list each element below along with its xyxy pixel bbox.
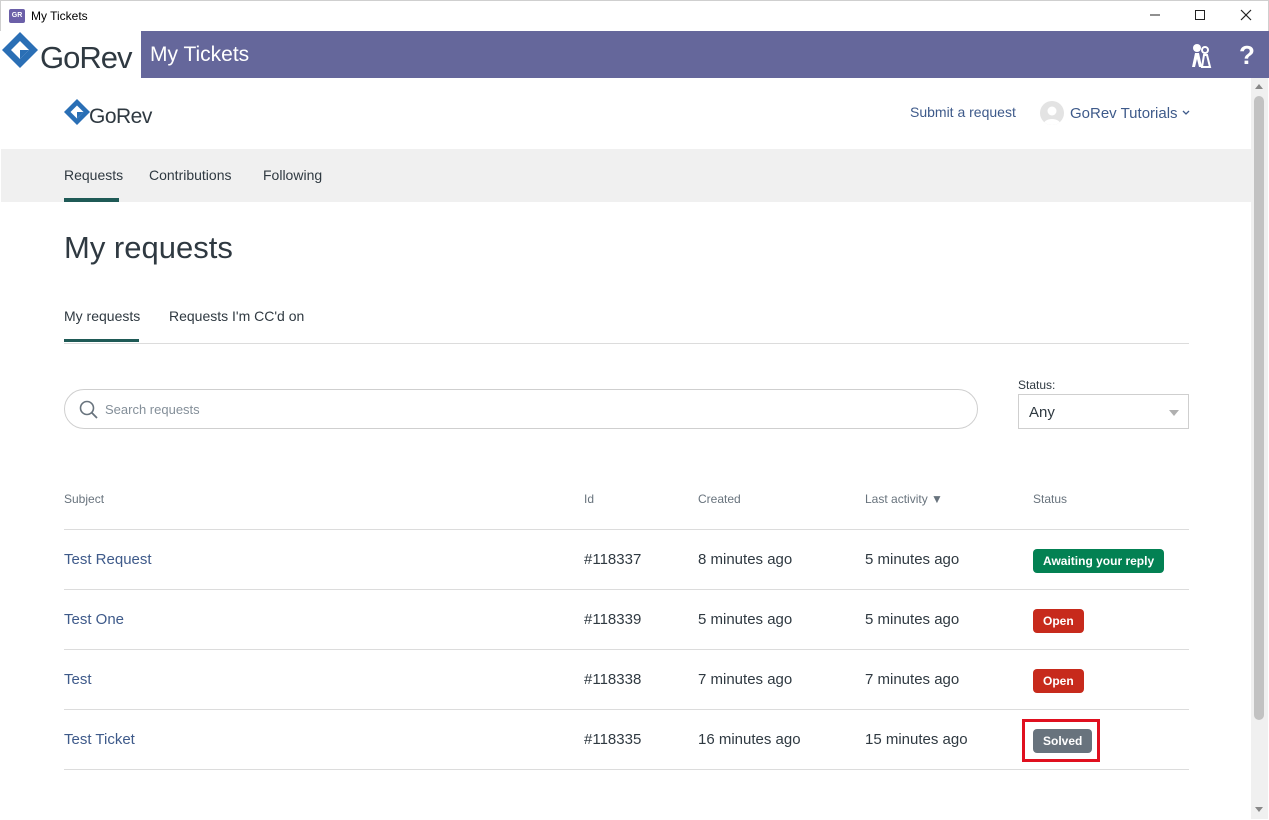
search-box xyxy=(64,389,978,429)
appbar-brand-text: GoRev xyxy=(40,40,133,75)
solved-highlight-box xyxy=(1022,719,1100,762)
subnav-item-following[interactable]: Following xyxy=(263,167,322,183)
tab-my-requests[interactable]: My requests xyxy=(64,308,140,324)
row-id: #118337 xyxy=(584,551,642,568)
column-header-status[interactable]: Status xyxy=(1033,492,1067,506)
tab-divider xyxy=(64,343,1189,344)
submit-request-link[interactable]: Submit a request xyxy=(910,104,1016,120)
help-question-icon[interactable]: ? xyxy=(1233,40,1261,70)
row-last-activity: 5 minutes ago xyxy=(865,611,960,628)
svg-text:?: ? xyxy=(1239,41,1255,69)
page-title: My requests xyxy=(64,230,233,265)
column-header-last-activity[interactable]: Last activity ▼ xyxy=(865,492,943,506)
content-viewport: GoRev Submit a request GoRev Tutorials R… xyxy=(1,78,1251,819)
gorev-diamond-icon xyxy=(2,32,38,68)
subnav-active-indicator xyxy=(64,198,119,202)
subnav-item-contributions[interactable]: Contributions xyxy=(149,167,232,183)
app-title: My Tickets xyxy=(150,43,250,66)
status-filter-label: Status: xyxy=(1018,378,1056,392)
status-filter-select[interactable]: Any xyxy=(1018,394,1189,429)
user-menu[interactable]: GoRev Tutorials xyxy=(1040,100,1190,126)
row-last-activity: 7 minutes ago xyxy=(865,671,960,688)
site-brand-text: GoRev xyxy=(89,105,152,128)
table-row: Test #118338 7 minutes ago 7 minutes ago… xyxy=(64,650,1189,710)
row-subject-link[interactable]: Test Ticket xyxy=(64,731,135,748)
close-icon[interactable] xyxy=(1226,5,1266,27)
row-subject-link[interactable]: Test One xyxy=(64,611,124,628)
app-icon: GR xyxy=(9,9,25,23)
status-filter-value: Any xyxy=(1029,404,1055,421)
search-icon xyxy=(79,400,98,419)
row-created: 7 minutes ago xyxy=(698,671,793,688)
column-header-subject[interactable]: Subject xyxy=(64,492,104,506)
gorev-diamond-small-icon xyxy=(64,99,90,125)
table-row: Test One #118339 5 minutes ago 5 minutes… xyxy=(64,590,1189,650)
row-id: #118335 xyxy=(584,731,642,748)
subnav-item-requests[interactable]: Requests xyxy=(64,167,123,183)
row-subject-link[interactable]: Test Request xyxy=(64,551,152,568)
dropdown-caret-icon xyxy=(1169,410,1179,416)
window-title: My Tickets xyxy=(31,9,88,23)
tab-active-indicator xyxy=(64,339,139,342)
table-row: Test Ticket #118335 16 minutes ago 15 mi… xyxy=(64,710,1189,770)
tab-cc-requests[interactable]: Requests I'm CC'd on xyxy=(169,308,304,324)
row-last-activity: 5 minutes ago xyxy=(865,551,960,568)
row-created: 8 minutes ago xyxy=(698,551,793,568)
sort-desc-icon: ▼ xyxy=(931,492,943,506)
row-last-activity: 15 minutes ago xyxy=(865,731,968,748)
vertical-scrollbar[interactable] xyxy=(1251,78,1268,819)
scroll-up-arrow-icon[interactable] xyxy=(1255,84,1263,89)
row-created: 5 minutes ago xyxy=(698,611,793,628)
row-created: 16 minutes ago xyxy=(698,731,801,748)
tutorial-characters-icon[interactable] xyxy=(1186,41,1214,69)
status-badge: Open xyxy=(1033,669,1084,693)
profile-subnav: Requests Contributions Following xyxy=(1,149,1251,202)
avatar xyxy=(1040,101,1064,125)
status-badge: Open xyxy=(1033,609,1084,633)
chevron-down-icon xyxy=(1182,110,1190,115)
maximize-icon[interactable] xyxy=(1180,5,1220,27)
app-header: GoRev My Tickets ? xyxy=(0,31,1269,78)
row-id: #118338 xyxy=(584,671,642,688)
table-row: Test Request #118337 8 minutes ago 5 min… xyxy=(64,530,1189,590)
row-id: #118339 xyxy=(584,611,642,628)
minimize-icon[interactable] xyxy=(1135,5,1175,27)
status-badge: Awaiting your reply xyxy=(1033,549,1165,573)
gorev-logo: GoRev xyxy=(0,31,141,78)
scrollbar-thumb[interactable] xyxy=(1254,96,1264,720)
scroll-down-arrow-icon[interactable] xyxy=(1255,807,1263,812)
user-name: GoRev Tutorials xyxy=(1070,104,1178,122)
column-header-last-activity-label: Last activity xyxy=(865,492,928,506)
column-header-id[interactable]: Id xyxy=(584,492,594,506)
search-input[interactable] xyxy=(105,399,965,419)
column-header-created[interactable]: Created xyxy=(698,492,741,506)
window-titlebar: GR My Tickets xyxy=(0,0,1269,31)
row-subject-link[interactable]: Test xyxy=(64,671,92,688)
